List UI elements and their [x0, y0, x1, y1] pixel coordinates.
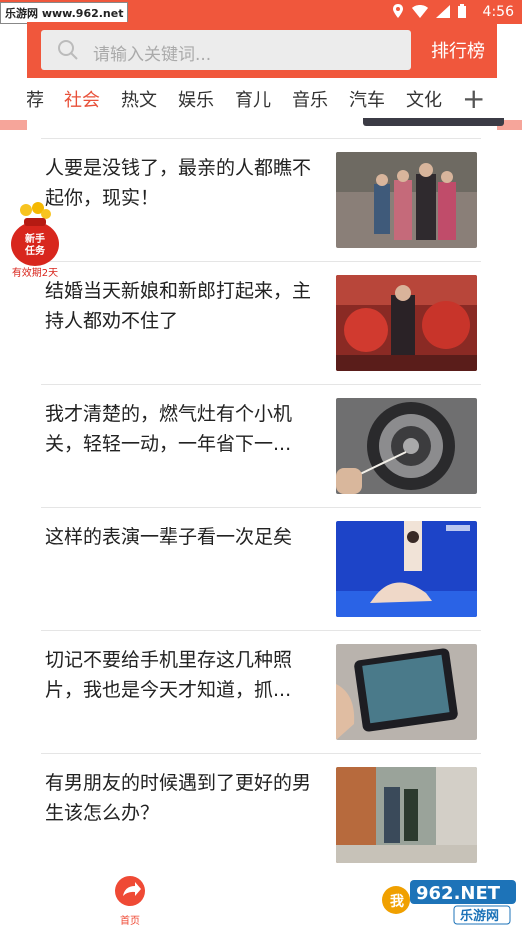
- article-thumbnail: [336, 398, 477, 494]
- article-item[interactable]: 人要是没钱了，最亲的人都瞧不起你，现实！: [41, 139, 481, 261]
- article-title: 有男朋友的时候遇到了更好的男生该怎么办？: [45, 772, 312, 824]
- article-thumbnail: [336, 521, 477, 617]
- svg-text:新手: 新手: [25, 232, 45, 245]
- app-header: 请输入关键词... 排行榜: [27, 22, 497, 78]
- article-item[interactable]: 我才清楚的，燃气灶有个小机关，轻轻一动，一年省下一...: [41, 385, 481, 507]
- search-placeholder: 请输入关键词...: [93, 45, 212, 65]
- status-icons: [392, 4, 466, 22]
- article-title: 我才清楚的，燃气灶有个小机关，轻轻一动，一年省下一...: [45, 403, 293, 455]
- tab-culture[interactable]: 文化: [406, 86, 442, 112]
- clock: 4:56: [482, 4, 514, 20]
- article-item[interactable]: 切记不要给手机里存这几种照片，我也是今天才知道，抓...: [41, 631, 481, 753]
- status-bar: 乐游网 www.962.net 4:56: [0, 0, 522, 24]
- tab-entertainment[interactable]: 娱乐: [178, 86, 214, 112]
- svg-text:962.NET: 962.NET: [416, 883, 501, 904]
- article-item[interactable]: 有男朋友的时候遇到了更好的男生该怎么办？: [41, 754, 481, 876]
- category-tabs: 荐 社会 热文 娱乐 育儿 音乐 汽车 文化: [27, 78, 497, 118]
- article-title: 这样的表演一辈子看一次足矣: [45, 526, 293, 548]
- search-bar[interactable]: 请输入关键词...: [41, 30, 411, 70]
- tab-parenting[interactable]: 育儿: [235, 86, 271, 112]
- battery-icon: [458, 4, 466, 18]
- add-tab-button[interactable]: +: [462, 82, 485, 115]
- article-title: 切记不要给手机里存这几种照片，我也是今天才知道，抓...: [45, 649, 293, 701]
- rank-button[interactable]: 排行榜: [431, 37, 485, 63]
- svg-text:有效期2天: 有效期2天: [12, 266, 58, 279]
- tab-music[interactable]: 音乐: [292, 86, 328, 112]
- tab-society[interactable]: 社会: [64, 86, 100, 112]
- article-thumbnail: [336, 152, 477, 248]
- nav-home[interactable]: 首页: [105, 876, 155, 927]
- signal-icon: [435, 5, 450, 18]
- article-thumbnail: [336, 275, 477, 371]
- site-watermark-logo: 我 962.NET 乐游网: [382, 880, 516, 925]
- tab-hot[interactable]: 热文: [121, 86, 157, 112]
- article-thumbnail: [336, 767, 477, 863]
- money-bag-icon: 新手 任务 有效期2天: [11, 202, 59, 279]
- home-icon: [115, 876, 145, 906]
- article-title: 结婚当天新娘和新郎打起来，主持人都劝不住了: [45, 280, 312, 332]
- svg-text:我: 我: [390, 894, 404, 910]
- partial-thumbnail: [363, 118, 504, 126]
- article-title: 人要是没钱了，最亲的人都瞧不起你，现实！: [45, 157, 312, 209]
- search-icon: [58, 40, 78, 60]
- article-item[interactable]: 这样的表演一辈子看一次足矣: [41, 508, 481, 630]
- watermark-label: 乐游网 www.962.net: [0, 2, 129, 24]
- article-item[interactable]: 结婚当天新娘和新郎打起来，主持人都劝不住了: [41, 262, 481, 384]
- article-thumbnail: [336, 644, 477, 740]
- location-icon: [392, 4, 403, 18]
- left-accent-strip: [0, 120, 27, 130]
- svg-text:任务: 任务: [24, 244, 46, 257]
- tab-recommend[interactable]: 荐: [27, 86, 44, 112]
- svg-text:乐游网: 乐游网: [460, 908, 499, 924]
- nav-home-label: 首页: [120, 916, 140, 927]
- tab-auto[interactable]: 汽车: [349, 86, 385, 112]
- wifi-icon: [411, 5, 428, 18]
- new-task-badge[interactable]: 新手 任务 有效期2天: [6, 202, 64, 282]
